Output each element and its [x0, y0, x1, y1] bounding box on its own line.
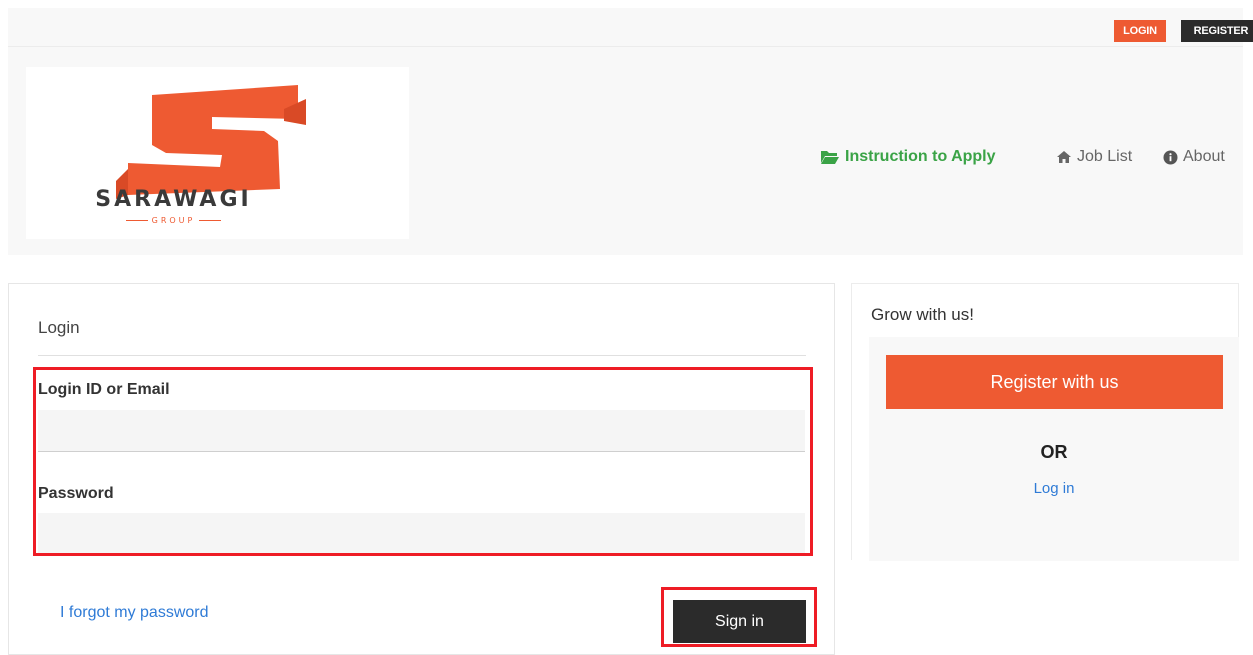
top-login-button[interactable]: LOGIN [1114, 20, 1166, 42]
register-with-us-button[interactable]: Register with us [886, 355, 1223, 409]
site-header: SARAWAGI GROUP Instruction to Apply Job … [8, 47, 1243, 255]
logo-s-mark [116, 85, 306, 199]
nav-instruction-to-apply[interactable]: Instruction to Apply [820, 147, 996, 167]
logo-wordmark: SARAWAGI [95, 187, 252, 212]
nav-about[interactable]: About [1163, 147, 1225, 167]
sign-in-highlight-box [661, 587, 817, 647]
top-bar: LOGIN REGISTER [8, 8, 1253, 47]
folder-open-icon [821, 151, 839, 164]
nav-job-list[interactable]: Job List [1056, 147, 1132, 167]
nav-label: About [1183, 148, 1225, 165]
info-circle-icon [1163, 150, 1178, 164]
nav-label: Job List [1077, 148, 1133, 165]
or-separator: OR [1040, 442, 1068, 462]
grow-title: Grow with us! [871, 305, 974, 324]
login-title: Login [38, 318, 80, 337]
fields-highlight-box [33, 367, 813, 556]
logo-subtext: GROUP [0, 216, 365, 225]
forgot-password-link[interactable]: I forgot my password [60, 604, 209, 622]
company-logo[interactable]: SARAWAGI GROUP [26, 67, 409, 239]
top-register-button[interactable]: REGISTER [1181, 20, 1253, 42]
divider [38, 355, 806, 356]
log-in-link[interactable]: Log in [869, 480, 1239, 497]
home-icon [1057, 151, 1071, 163]
nav-label: Instruction to Apply [845, 148, 996, 165]
